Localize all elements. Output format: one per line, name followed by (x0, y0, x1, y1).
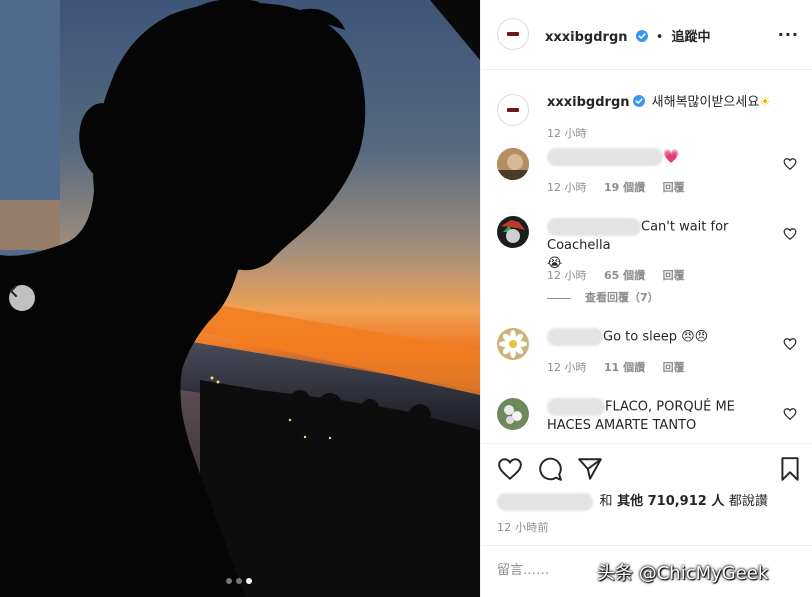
commenter-avatar[interactable] (497, 216, 529, 248)
likes-count-button[interactable]: 其他 710,912 人 (617, 494, 724, 509)
redacted-username[interactable] (547, 398, 605, 416)
redacted-username[interactable] (547, 148, 663, 166)
like-comment-heart-icon[interactable] (783, 337, 797, 351)
view-replies-label: 查看回覆（7） (585, 291, 659, 304)
share-paper-plane-icon[interactable] (577, 456, 603, 482)
verified-badge-icon (632, 95, 645, 107)
comment-item: Can't wait for Coachella 😭 12 小時 65 個讚 回覆… (497, 216, 797, 306)
header-separator: • (655, 30, 664, 45)
comment-item: FLACO, PORQUÉ ME HACES AMARTE TANTO (497, 396, 797, 440)
instagram-post-view: xxxibgdrgn • 追蹤中 ··· xxxibgdrgn 새해복많이받으세… (0, 0, 812, 597)
add-comment-bar: 头条 @ChicMyGeek (481, 545, 812, 597)
reply-button[interactable]: 回覆 (663, 361, 685, 374)
post-actions: 和 其他 710,912 人 都說讚 12 小時前 头条 @ChicMyGeek (481, 443, 812, 597)
comment-likes[interactable]: 65 個讚 (604, 269, 645, 282)
post-timestamp: 12 小時前 (497, 521, 549, 534)
chevron-left-icon (9, 285, 17, 297)
following-button[interactable]: 追蹤中 (671, 30, 710, 45)
view-replies-button[interactable]: 查看回覆（7） (547, 289, 659, 305)
save-bookmark-icon[interactable] (777, 456, 803, 482)
comment-time: 12 小時 (547, 269, 587, 282)
comment-text: Go to sleep 😠😠 (603, 329, 709, 345)
caption-text: 새해복많이받으세요 (651, 95, 760, 110)
previous-photo-button[interactable] (9, 285, 35, 311)
comment-likes[interactable]: 11 個讚 (604, 361, 645, 374)
more-options-button[interactable]: ··· (778, 25, 799, 44)
redacted-username[interactable] (547, 218, 641, 236)
reply-button[interactable]: 回覆 (663, 269, 685, 282)
post-side-panel: xxxibgdrgn • 追蹤中 ··· xxxibgdrgn 새해복많이받으세… (480, 0, 812, 597)
reply-button[interactable]: 回覆 (663, 181, 685, 194)
view-replies-line (547, 297, 571, 299)
author-username[interactable]: xxxibgdrgn (545, 30, 628, 45)
carousel-indicator (226, 578, 252, 584)
carousel-dot (236, 578, 242, 584)
caption-username[interactable]: xxxibgdrgn (547, 95, 630, 110)
comment-item: 💗 12 小時 19 個讚 回覆 (497, 146, 797, 196)
likes-prefix: 和 (599, 494, 613, 509)
caption-time: 12 小時 (547, 127, 587, 140)
comment-time: 12 小時 (547, 361, 587, 374)
caption-avatar[interactable] (497, 94, 529, 126)
commenter-avatar[interactable] (497, 328, 529, 360)
author-avatar[interactable] (497, 18, 529, 50)
likes-summary: 和 其他 710,912 人 都說讚 (497, 490, 768, 511)
like-comment-heart-icon[interactable] (783, 407, 797, 421)
carousel-dot (226, 578, 232, 584)
caption: xxxibgdrgn 새해복많이받으세요☀ 12 小時 (497, 92, 797, 148)
comment-time: 12 小時 (547, 181, 587, 194)
like-heart-icon[interactable] (497, 456, 523, 482)
watermark: 头条 @ChicMyGeek (597, 563, 769, 584)
redacted-username[interactable] (547, 328, 603, 346)
redacted-liker[interactable] (497, 492, 593, 511)
like-comment-heart-icon[interactable] (783, 227, 797, 241)
post-photo[interactable] (0, 0, 480, 597)
sunset-silhouette-image (0, 0, 480, 597)
comment-item: Go to sleep 😠😠 12 小時 11 個讚 回覆 (497, 326, 797, 376)
commenter-avatar[interactable] (497, 398, 529, 430)
carousel-dot-active (246, 578, 252, 584)
post-header: xxxibgdrgn • 追蹤中 ··· (481, 0, 812, 70)
verified-badge-icon (635, 30, 648, 42)
comment-bubble-icon[interactable] (537, 456, 563, 482)
comment-text: 💗 (663, 149, 680, 165)
commenter-avatar[interactable] (497, 148, 529, 180)
comment-likes[interactable]: 19 個讚 (604, 181, 645, 194)
like-comment-heart-icon[interactable] (783, 157, 797, 171)
likes-suffix: 都說讚 (728, 494, 768, 509)
sun-emoji: ☀ (759, 95, 771, 110)
